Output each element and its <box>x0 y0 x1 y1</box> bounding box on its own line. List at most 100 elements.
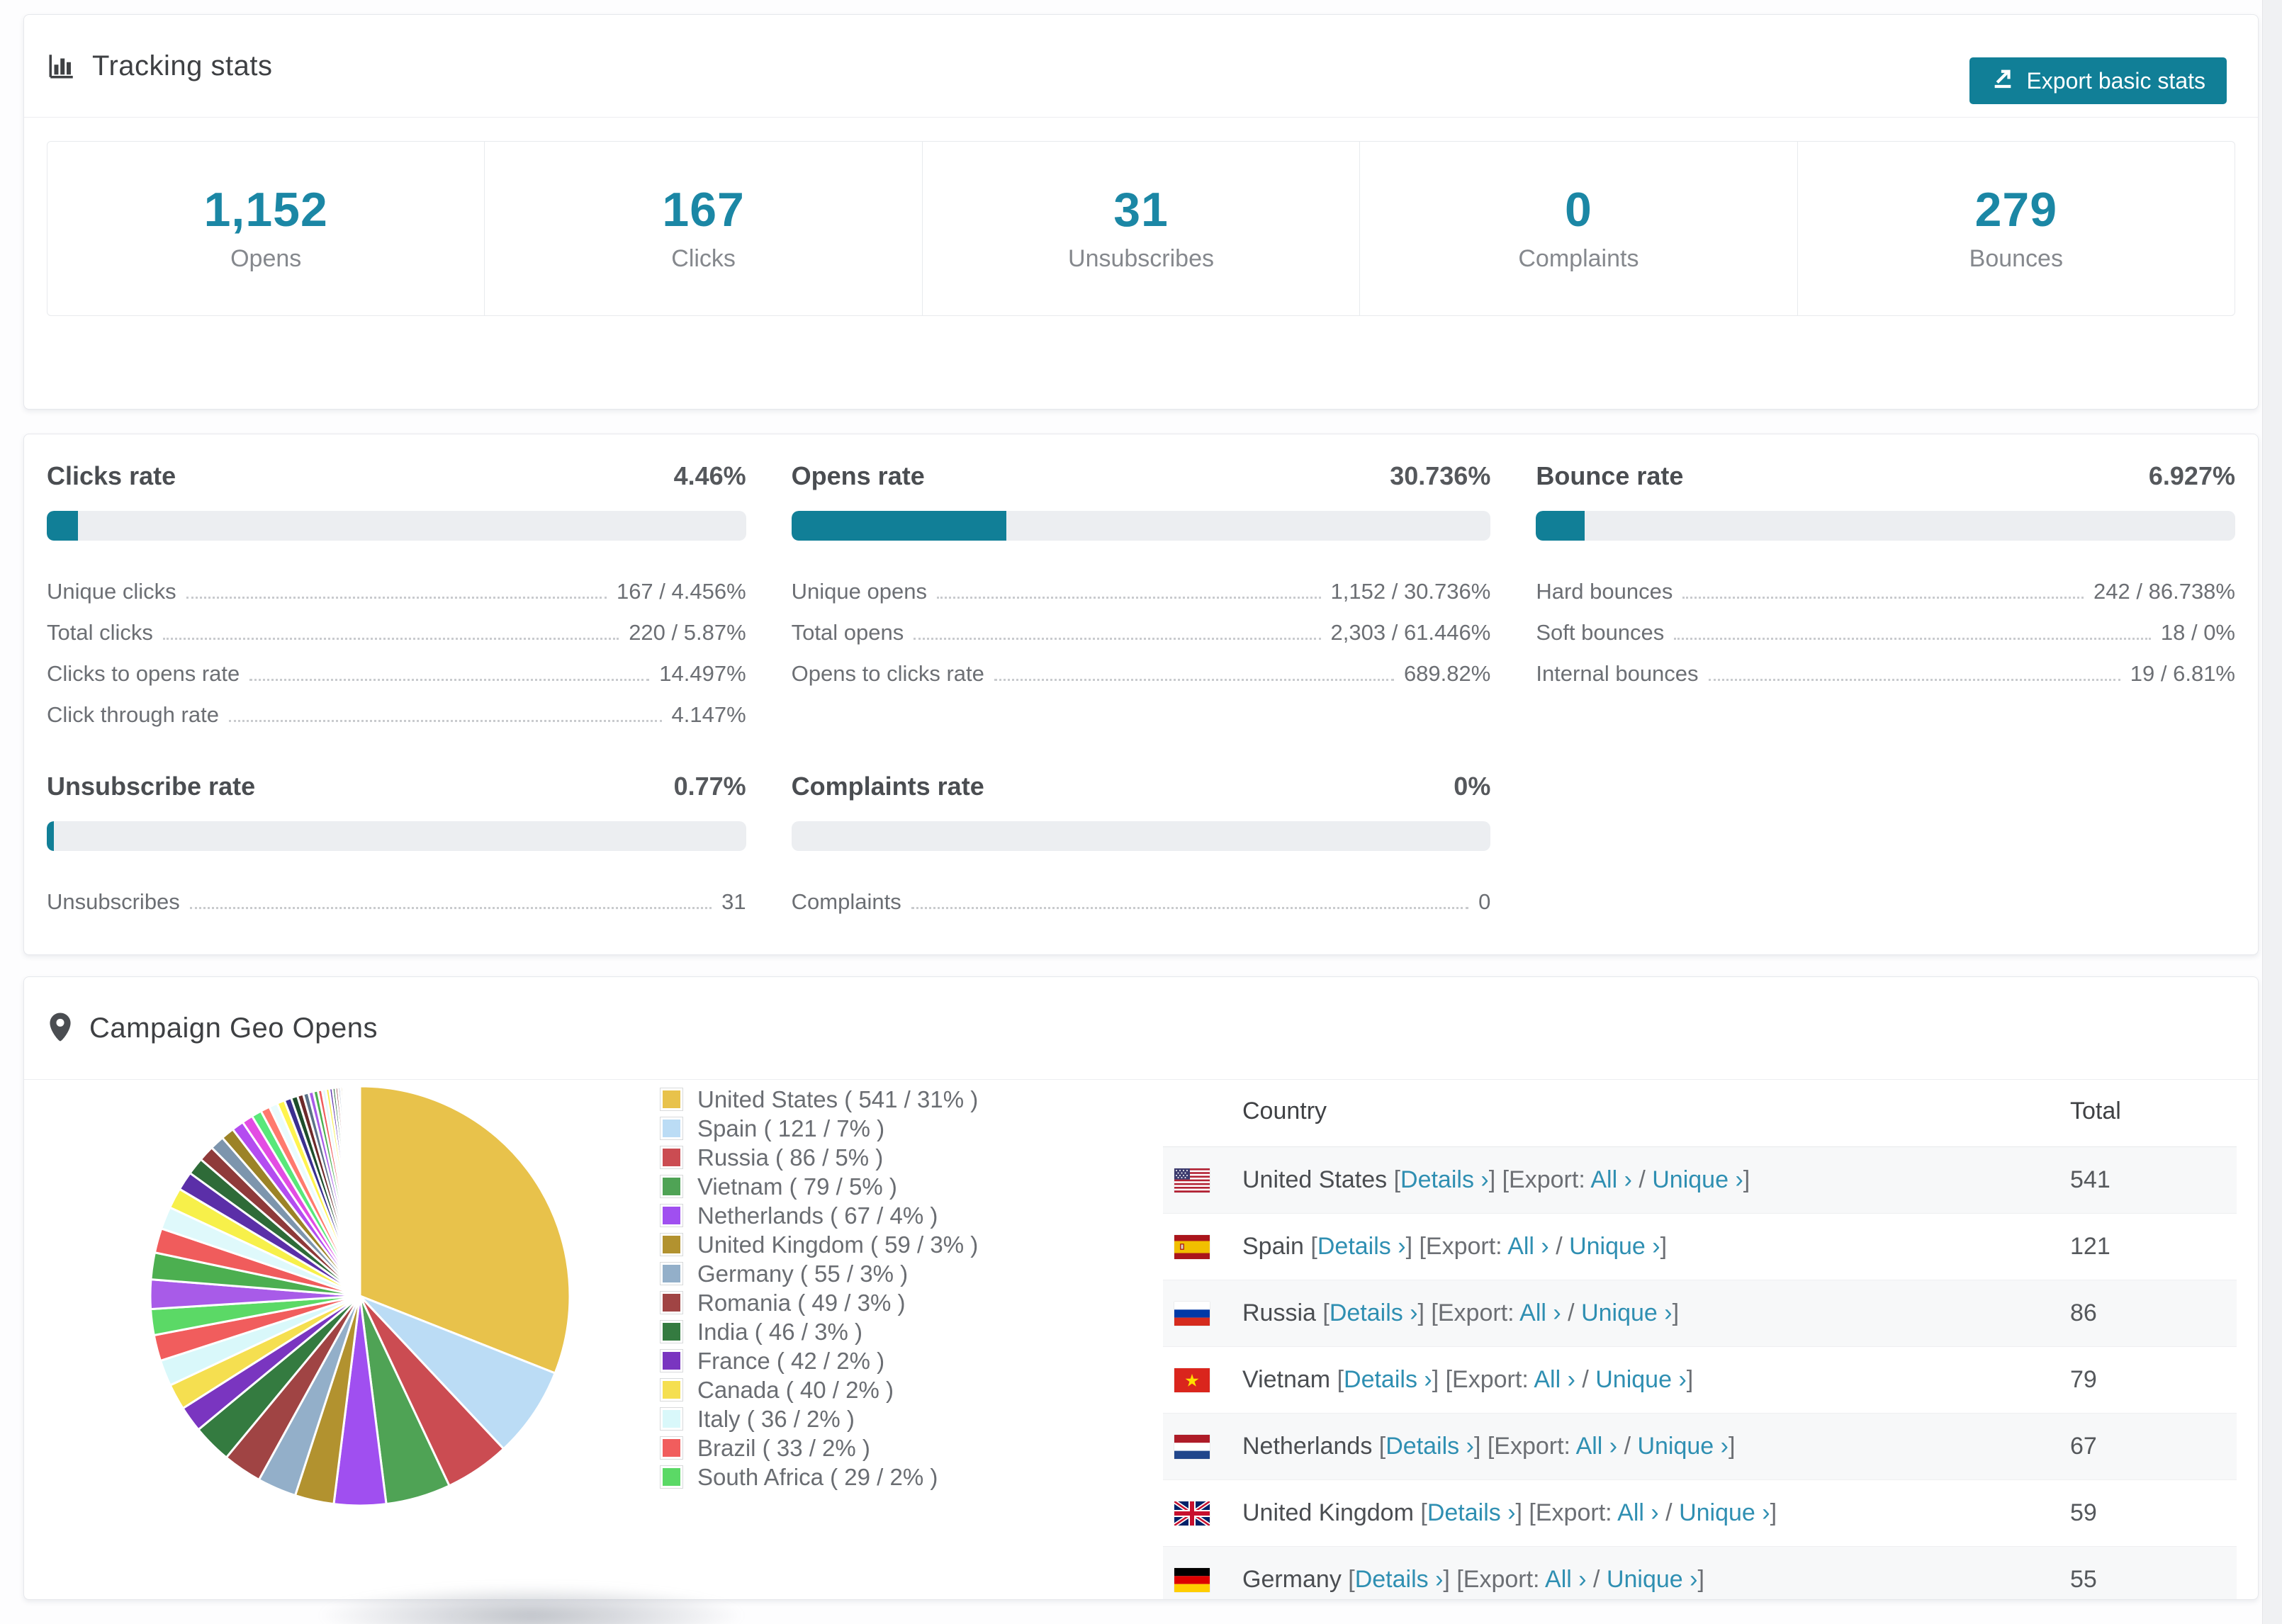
geo-table-header-total: Total <box>2070 1098 2121 1124</box>
rate-row-label: Unsubscribes <box>47 889 180 914</box>
dotted-leader <box>186 597 607 599</box>
rate-progress-fill <box>791 511 1006 541</box>
export-all-link[interactable]: All › <box>1590 1166 1632 1193</box>
separator-text: / <box>1561 1299 1582 1326</box>
geo-country-cell: Vietnam [Details ›] [Export: All › / Uni… <box>1242 1366 1693 1394</box>
export-unique-link[interactable]: Unique › <box>1637 1433 1729 1460</box>
rate-progress-track <box>791 821 1491 851</box>
legend-swatch <box>660 1378 683 1402</box>
geo-opens-pie-chart[interactable] <box>137 1076 583 1523</box>
rate-row-value: 4.147% <box>671 702 746 727</box>
rate-row-value: 19 / 6.81% <box>2130 661 2235 686</box>
legend-item-india: India ( 46 / 3% ) <box>660 1317 978 1346</box>
export-all-link[interactable]: All › <box>1545 1566 1587 1593</box>
rate-value: 0% <box>1454 772 1491 801</box>
legend-label: Russia ( 86 / 5% ) <box>697 1144 884 1171</box>
bracket-text: ] [Export: <box>1405 1233 1508 1260</box>
dotted-leader <box>249 679 650 681</box>
export-unique-link[interactable]: Unique › <box>1679 1499 1770 1526</box>
stat-box-complaints: 0 Complaints <box>1360 142 1798 315</box>
rate-row-label: Complaints <box>791 889 901 914</box>
country-name: Vietnam <box>1242 1366 1337 1393</box>
legend-label: Italy ( 36 / 2% ) <box>697 1405 855 1432</box>
rate-row-label: Unique clicks <box>47 579 176 604</box>
legend-item-romania: Romania ( 49 / 3% ) <box>660 1288 978 1317</box>
export-all-link[interactable]: All › <box>1617 1499 1659 1526</box>
legend-swatch <box>660 1407 683 1431</box>
pie-slice-other[interactable] <box>358 1085 361 1297</box>
geo-total-cell: 55 <box>2070 1566 2097 1593</box>
geo-table-header: Country Total <box>1163 1076 2237 1147</box>
geo-table-row-us: United States [Details ›] [Export: All ›… <box>1163 1147 2237 1214</box>
legend-item-netherlands: Netherlands ( 67 / 4% ) <box>660 1201 978 1230</box>
rate-row-label: Total opens <box>791 620 904 645</box>
country-name: Netherlands <box>1242 1433 1379 1460</box>
geo-country-cell: United States [Details ›] [Export: All ›… <box>1242 1166 1750 1194</box>
export-unique-link[interactable]: Unique › <box>1581 1299 1673 1326</box>
stat-label: Complaints <box>1518 245 1639 272</box>
bracket-text: [ <box>1420 1499 1427 1526</box>
legend-swatch <box>660 1291 683 1314</box>
rate-row-label: Opens to clicks rate <box>791 661 984 686</box>
rate-progress-track <box>47 511 746 541</box>
rate-row-label: Soft bounces <box>1536 620 1665 645</box>
flag-vn-icon <box>1174 1368 1210 1392</box>
export-unique-link[interactable]: Unique › <box>1607 1566 1698 1593</box>
legend-swatch <box>660 1320 683 1343</box>
legend-item-vietnam: Vietnam ( 79 / 5% ) <box>660 1172 978 1201</box>
rate-row: Total clicks 220 / 5.87% <box>47 606 746 647</box>
bracket-text: [ <box>1310 1233 1317 1260</box>
geo-country-cell: United Kingdom [Details ›] [Export: All … <box>1242 1499 1777 1527</box>
flag-us-icon <box>1174 1168 1210 1192</box>
details-link[interactable]: Details › <box>1330 1299 1418 1326</box>
rate-progress-fill <box>47 511 78 541</box>
export-unique-link[interactable]: Unique › <box>1595 1366 1687 1393</box>
legend-swatch <box>660 1088 683 1111</box>
export-all-link[interactable]: All › <box>1534 1366 1575 1393</box>
rate-value: 4.46% <box>673 461 746 490</box>
details-link[interactable]: Details › <box>1344 1366 1432 1393</box>
details-link[interactable]: Details › <box>1317 1233 1406 1260</box>
rate-value: 30.736% <box>1390 461 1491 490</box>
legend-swatch <box>660 1465 683 1489</box>
legend-item-russia: Russia ( 86 / 5% ) <box>660 1143 978 1172</box>
stat-box-bounces: 279 Bounces <box>1798 142 2235 315</box>
campaign-geo-opens-card: Campaign Geo Opens United States ( 541 /… <box>23 976 2259 1600</box>
legend-label: India ( 46 / 3% ) <box>697 1318 862 1345</box>
details-link[interactable]: Details › <box>1400 1166 1489 1193</box>
legend-item-south-africa: South Africa ( 29 / 2% ) <box>660 1462 978 1492</box>
vertical-scrollbar[interactable] <box>2262 0 2282 1624</box>
legend-label: Canada ( 40 / 2% ) <box>697 1376 894 1403</box>
rate-rows: Unsubscribes 31 <box>47 875 746 916</box>
dotted-leader <box>994 679 1394 681</box>
legend-item-canada: Canada ( 40 / 2% ) <box>660 1375 978 1404</box>
country-name: Germany <box>1242 1566 1349 1593</box>
export-basic-stats-button[interactable]: Export basic stats <box>1969 57 2227 104</box>
rate-title: Clicks rate <box>47 461 176 490</box>
rate-progress-track <box>47 821 746 851</box>
export-all-link[interactable]: All › <box>1519 1299 1561 1326</box>
geo-table-row-nl: Netherlands [Details ›] [Export: All › /… <box>1163 1414 2237 1480</box>
rate-block-complaints-rate: Complaints rate 0% Complaints 0 <box>791 772 1491 916</box>
details-link[interactable]: Details › <box>1386 1433 1474 1460</box>
dotted-leader <box>911 907 1469 909</box>
details-link[interactable]: Details › <box>1427 1499 1516 1526</box>
legend-label: Romania ( 49 / 3% ) <box>697 1289 906 1316</box>
export-all-link[interactable]: All › <box>1576 1433 1618 1460</box>
bracket-text: ] <box>1697 1566 1704 1593</box>
rate-row: Unsubscribes 31 <box>47 875 746 916</box>
export-unique-link[interactable]: Unique › <box>1569 1233 1660 1260</box>
legend-swatch <box>660 1262 683 1285</box>
rate-row-label: Internal bounces <box>1536 661 1699 686</box>
rate-progress-fill <box>1536 511 1585 541</box>
rate-progress-track <box>791 511 1491 541</box>
legend-label: Vietnam ( 79 / 5% ) <box>697 1173 897 1200</box>
export-all-link[interactable]: All › <box>1507 1233 1549 1260</box>
export-unique-link[interactable]: Unique › <box>1652 1166 1743 1193</box>
separator-text: / <box>1575 1366 1596 1393</box>
legend-swatch <box>660 1233 683 1256</box>
details-link[interactable]: Details › <box>1355 1566 1444 1593</box>
bracket-text: ] [Export: <box>1432 1366 1534 1393</box>
legend-label: Germany ( 55 / 3% ) <box>697 1260 909 1287</box>
rate-row-value: 689.82% <box>1403 661 1491 686</box>
